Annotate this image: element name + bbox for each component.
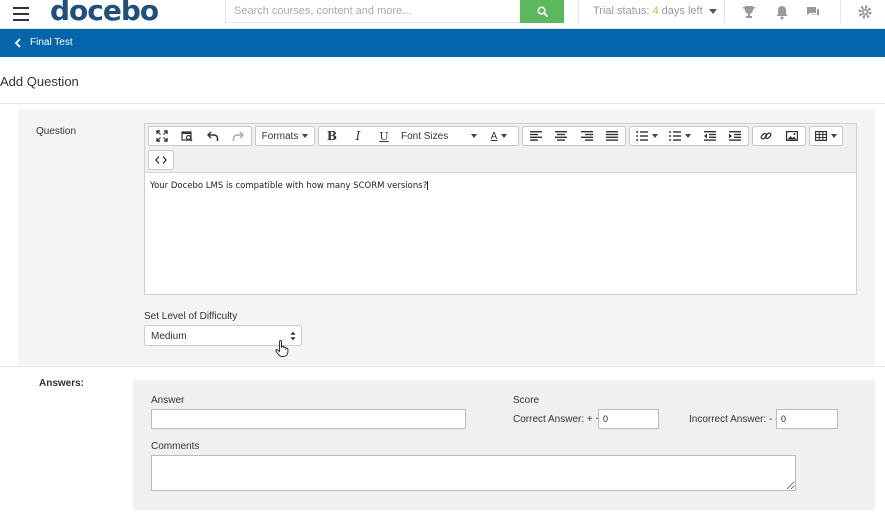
- toolbar-group-view: [148, 126, 252, 146]
- question-label: Question: [36, 126, 77, 137]
- table-dropdown[interactable]: [809, 126, 843, 146]
- undo-icon: [206, 131, 218, 141]
- numbered-list-icon: [669, 131, 682, 141]
- numbered-list-button[interactable]: [663, 127, 696, 145]
- answers-title: Answers:: [39, 378, 85, 389]
- toolbar-group-lists: [629, 126, 749, 146]
- search-icon: [537, 6, 548, 17]
- chevron-left-icon[interactable]: [13, 38, 23, 48]
- rich-text-editor: Formats B I U Font Sizes A Your Docebo L…: [144, 123, 857, 295]
- fullscreen-button[interactable]: [149, 127, 175, 145]
- correct-answer-label: Correct Answer: + +: [513, 414, 602, 425]
- chevron-down-icon: [708, 8, 717, 14]
- table-icon: [815, 131, 827, 141]
- formats-dropdown[interactable]: Formats: [255, 126, 315, 146]
- editor-content[interactable]: Your Docebo LMS is compatible with how m…: [150, 181, 429, 191]
- formats-button[interactable]: Formats: [256, 127, 314, 145]
- bullet-list-button[interactable]: [630, 127, 663, 145]
- chevron-down-icon: [685, 134, 692, 138]
- editor-toolbar: Formats B I U Font Sizes A: [145, 124, 856, 173]
- preview-icon: [181, 131, 193, 142]
- align-left-button[interactable]: [523, 127, 549, 145]
- incorrect-score-input[interactable]: [776, 409, 838, 429]
- bold-button[interactable]: B: [319, 127, 345, 145]
- align-justify-button[interactable]: [600, 127, 626, 145]
- text-cursor: [427, 181, 429, 190]
- align-center-button[interactable]: [549, 127, 575, 145]
- menu-icon[interactable]: [13, 7, 29, 21]
- align-center-icon: [555, 131, 568, 141]
- align-right-icon: [580, 131, 593, 141]
- chevron-down-icon: [302, 134, 309, 138]
- divider: [0, 103, 885, 104]
- chevron-down-icon: [831, 134, 837, 138]
- correct-score-input[interactable]: [598, 409, 659, 429]
- fullscreen-icon: [156, 130, 168, 142]
- answer-input[interactable]: [151, 409, 466, 429]
- divider: [578, 0, 579, 23]
- font-sizes-dropdown[interactable]: Font Sizes: [397, 127, 481, 145]
- bullet-list-icon: [635, 131, 648, 141]
- select-arrows-icon: [290, 331, 296, 341]
- trial-suffix: days left: [658, 5, 703, 17]
- divider: [840, 0, 841, 23]
- toolbar-group-insert: [752, 126, 806, 146]
- score-label: Score: [513, 395, 540, 406]
- logo-text: docebo: [50, 0, 159, 27]
- align-left-icon: [529, 131, 542, 141]
- indent-icon: [729, 131, 742, 141]
- logo[interactable]: docebo®: [50, 0, 166, 27]
- code-icon: [155, 156, 167, 164]
- gear-icon[interactable]: [857, 4, 873, 20]
- image-icon: [786, 131, 798, 141]
- search-button[interactable]: [520, 0, 564, 23]
- indent-button[interactable]: [722, 127, 748, 145]
- table-button[interactable]: [810, 127, 842, 145]
- underline-button[interactable]: U: [371, 127, 397, 145]
- align-right-button[interactable]: [574, 127, 600, 145]
- toolbar-group-code: [148, 150, 174, 170]
- difficulty-label: Set Level of Difficulty: [144, 311, 238, 322]
- link-button[interactable]: [753, 127, 779, 145]
- undo-button[interactable]: [200, 127, 226, 145]
- top-bar: docebo® Trial status: 4 days left: [0, 0, 885, 29]
- image-button[interactable]: [779, 127, 805, 145]
- difficulty-value: Medium: [151, 331, 187, 342]
- divider: [0, 366, 885, 367]
- chat-icon[interactable]: [805, 4, 821, 20]
- trophy-icon[interactable]: [741, 4, 757, 20]
- comments-textarea[interactable]: [151, 455, 796, 491]
- search-input[interactable]: [225, 0, 521, 23]
- redo-button[interactable]: [226, 127, 252, 145]
- answer-label: Answer: [151, 395, 185, 406]
- chevron-down-icon: [501, 134, 508, 138]
- toolbar-group-align: [522, 126, 626, 146]
- incorrect-answer-label: Incorrect Answer: - -: [689, 414, 779, 425]
- source-code-button[interactable]: [149, 151, 173, 169]
- chevron-down-icon: [651, 134, 658, 138]
- trial-status-dropdown[interactable]: Trial status: 4 days left: [593, 5, 717, 17]
- outdent-icon: [703, 131, 716, 141]
- page-title: Add Question: [0, 74, 79, 89]
- align-justify-icon: [606, 131, 619, 141]
- trial-prefix: Trial status:: [593, 5, 653, 17]
- text-color-button[interactable]: A: [481, 127, 517, 145]
- text-color-icon: A: [490, 130, 498, 142]
- hand-cursor-icon: [275, 340, 289, 357]
- bell-icon[interactable]: [774, 4, 790, 20]
- redo-icon: [233, 131, 245, 141]
- formats-label: Formats: [261, 130, 299, 142]
- font-sizes-label: Font Sizes: [401, 130, 449, 142]
- toolbar-group-text: B I U Font Sizes A: [318, 126, 519, 146]
- link-icon: [760, 132, 772, 140]
- outdent-button[interactable]: [697, 127, 723, 145]
- italic-button[interactable]: I: [345, 127, 371, 145]
- comments-label: Comments: [151, 441, 200, 452]
- divider: [724, 0, 725, 23]
- back-link[interactable]: Final Test: [30, 37, 73, 48]
- preview-button[interactable]: [175, 127, 201, 145]
- question-text: Your Docebo LMS is compatible with how m…: [150, 181, 428, 191]
- chevron-down-icon: [471, 134, 477, 138]
- breadcrumb-bar: Final Test: [0, 29, 885, 57]
